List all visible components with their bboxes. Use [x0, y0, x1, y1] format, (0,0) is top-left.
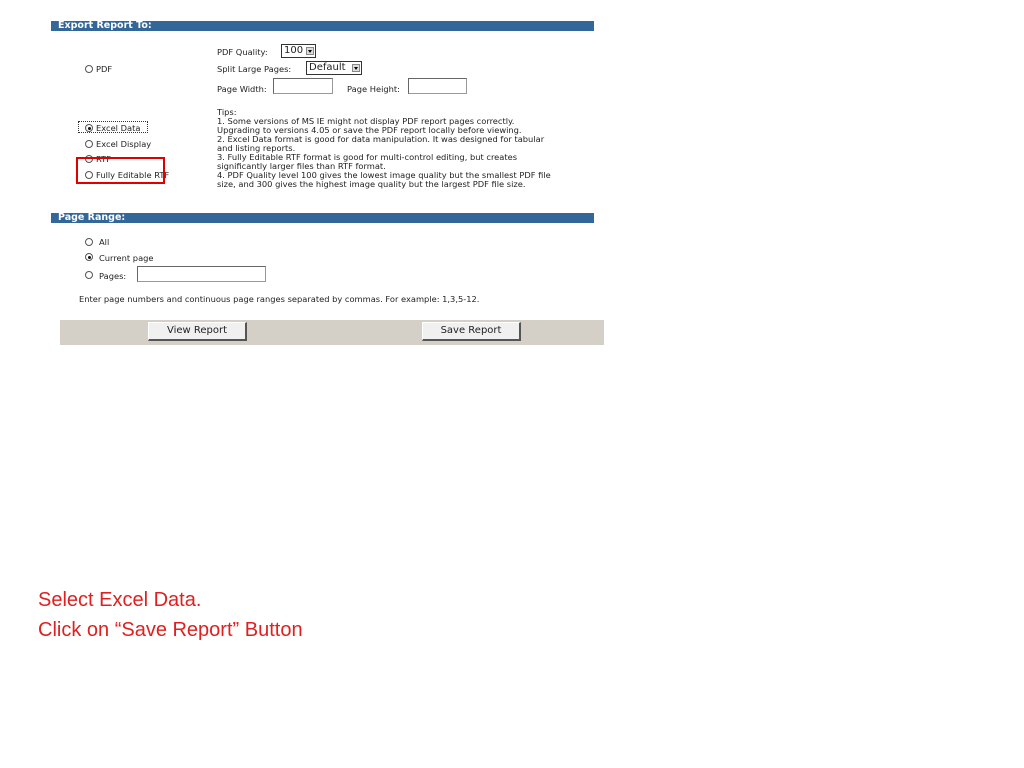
- label-current-page: Current page: [99, 253, 154, 263]
- export-section-header: Export Report To:: [51, 21, 594, 31]
- highlight-box: [76, 157, 165, 184]
- page-range-hint: Enter page numbers and continuous page r…: [79, 294, 480, 304]
- pdf-quality-value: 100: [284, 45, 304, 56]
- pages-input[interactable]: [137, 266, 266, 282]
- view-report-button[interactable]: View Report: [148, 322, 247, 341]
- page-height-label: Page Height:: [347, 84, 400, 94]
- pdf-quality-label: PDF Quality:: [217, 47, 268, 57]
- tip-line: size, and 300 gives the highest image qu…: [217, 179, 526, 189]
- radio-all[interactable]: [85, 238, 93, 246]
- tips-block: Tips: 1. Some versions of MS IE might no…: [217, 108, 597, 189]
- radio-excel-display[interactable]: [85, 140, 93, 148]
- label-all: All: [99, 237, 110, 247]
- split-pages-select[interactable]: Default: [306, 61, 362, 75]
- page-height-input[interactable]: [408, 78, 467, 94]
- pdf-quality-select[interactable]: 100: [281, 44, 316, 58]
- radio-pdf[interactable]: [85, 65, 93, 73]
- label-pages: Pages:: [99, 271, 127, 281]
- label-excel-data: Excel Data: [96, 123, 141, 133]
- label-excel-display: Excel Display: [96, 139, 152, 149]
- button-bar: [60, 320, 604, 345]
- instruction-line: Click on “Save Report” Button: [38, 619, 303, 641]
- radio-excel-data[interactable]: [85, 124, 93, 132]
- chevron-down-icon: [352, 64, 360, 72]
- radio-current-page[interactable]: [85, 253, 93, 261]
- radio-pages[interactable]: [85, 271, 93, 279]
- label-pdf: PDF: [96, 64, 113, 74]
- split-pages-value: Default: [309, 62, 346, 73]
- page-width-label: Page Width:: [217, 84, 267, 94]
- save-report-button[interactable]: Save Report: [422, 322, 521, 341]
- instruction-line: Select Excel Data.: [38, 589, 202, 611]
- page-width-input[interactable]: [273, 78, 333, 94]
- page-range-header: Page Range:: [51, 213, 594, 223]
- split-pages-label: Split Large Pages:: [217, 64, 292, 74]
- chevron-down-icon: [306, 47, 314, 55]
